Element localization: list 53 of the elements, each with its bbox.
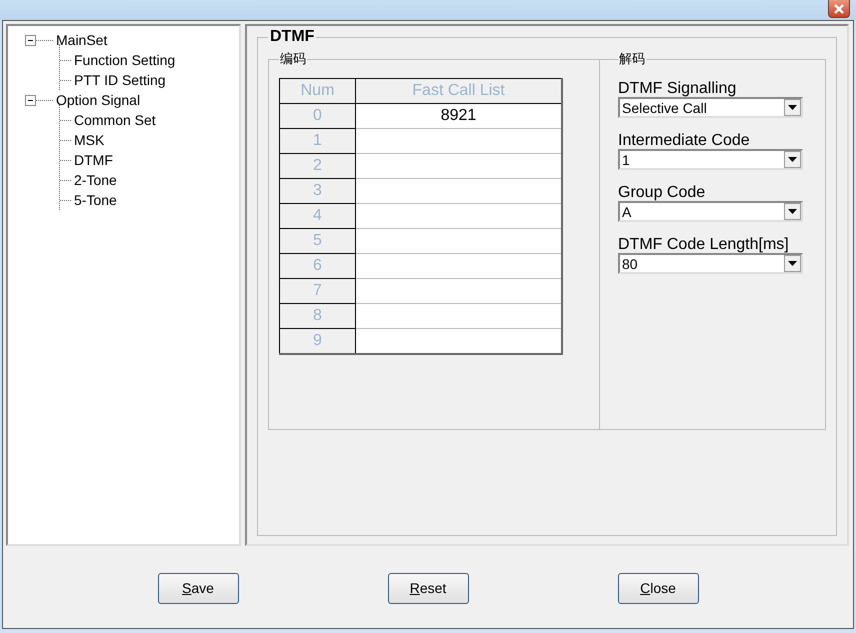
dropdown-arrow-icon [788, 105, 797, 110]
row-number: 3 [280, 178, 356, 204]
row-number: 5 [280, 228, 356, 254]
dialog-button[interactable]: Reset [388, 572, 468, 604]
group-title: DTMF [269, 30, 316, 44]
tree-item[interactable]: 5-Tone [74, 192, 117, 208]
dropdown[interactable]: Selective Call [618, 97, 803, 118]
dialog-button[interactable]: Save [158, 572, 238, 604]
table-cell[interactable] [356, 304, 562, 328]
dialog-button[interactable]: Close [618, 572, 698, 604]
field-label: DTMF Code Length[ms] [618, 236, 790, 253]
dropdown[interactable]: 1 [618, 149, 803, 170]
table-cell[interactable] [356, 328, 562, 354]
tree-item[interactable]: PTT ID Setting [74, 72, 166, 88]
collapse-icon[interactable] [25, 34, 36, 46]
row-number: 4 [280, 204, 356, 228]
collapse-icon[interactable] [25, 94, 36, 106]
dropdown[interactable]: A [618, 201, 803, 222]
tree-item[interactable]: Common Set [74, 112, 156, 128]
table-cell[interactable] [356, 278, 562, 304]
close-button[interactable] [828, 0, 850, 18]
dropdown-arrow-icon [788, 261, 797, 266]
table-cell[interactable]: 8921 [356, 104, 562, 128]
tree-item[interactable]: MainSet [56, 32, 108, 48]
group-title: 解码 [618, 50, 646, 68]
row-number: 1 [280, 128, 356, 154]
tree-item[interactable]: 2-Tone [74, 172, 117, 188]
row-number: 6 [280, 254, 356, 278]
row-number: 7 [280, 278, 356, 304]
dropdown-arrow-icon [788, 157, 797, 162]
close-icon [833, 4, 845, 14]
table-cell[interactable] [356, 204, 562, 228]
row-number: 8 [280, 304, 356, 328]
field-label: DTMF Signalling [618, 80, 738, 97]
group-title: 编码 [279, 50, 307, 68]
tree-item[interactable]: Function Setting [74, 52, 176, 68]
table-cell[interactable] [356, 228, 562, 254]
dropdown-arrow-icon [788, 209, 797, 214]
row-number: 9 [280, 328, 356, 354]
column-header: Fast Call List [356, 78, 562, 104]
tree-item[interactable]: Option Signal [56, 92, 140, 108]
table-cell[interactable] [356, 128, 562, 154]
row-number: 2 [280, 154, 356, 178]
table-cell[interactable] [356, 154, 562, 178]
table-cell[interactable] [356, 254, 562, 278]
table-cell[interactable] [356, 178, 562, 204]
tree-item[interactable]: MSK [74, 132, 104, 148]
column-header: Num [280, 78, 356, 104]
row-number: 0 [280, 104, 356, 128]
field-label: Group Code [618, 184, 706, 201]
field-label: Intermediate Code [618, 132, 751, 149]
tree-item[interactable]: DTMF [74, 152, 113, 168]
dropdown[interactable]: 80 [618, 253, 803, 274]
